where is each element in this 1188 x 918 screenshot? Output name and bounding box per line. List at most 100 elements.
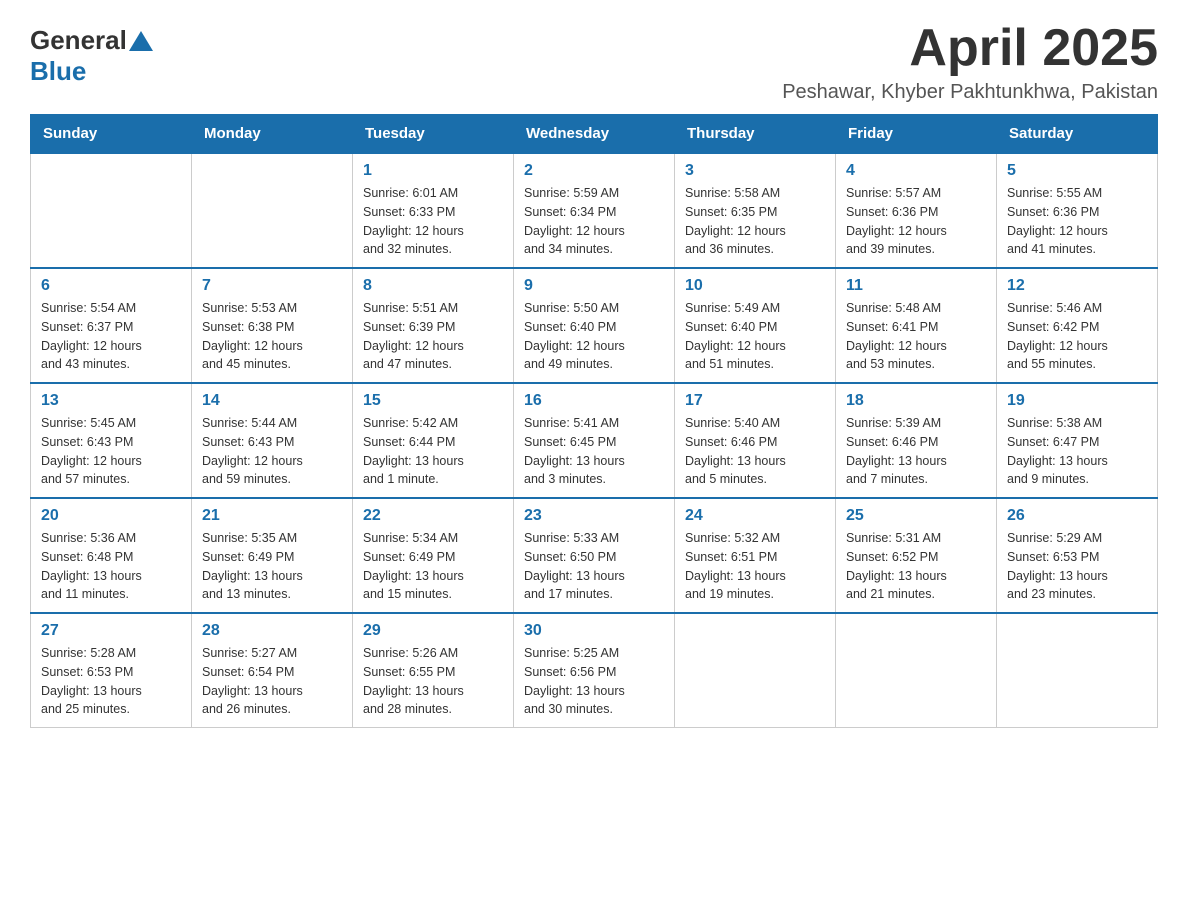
day-number: 26 [1007,507,1147,525]
day-info: Sunrise: 5:53 AM Sunset: 6:38 PM Dayligh… [202,299,342,374]
day-info: Sunrise: 6:01 AM Sunset: 6:33 PM Dayligh… [363,184,503,259]
day-info: Sunrise: 5:51 AM Sunset: 6:39 PM Dayligh… [363,299,503,374]
day-info: Sunrise: 5:33 AM Sunset: 6:50 PM Dayligh… [524,529,664,604]
day-number: 16 [524,392,664,410]
calendar-header-row: SundayMondayTuesdayWednesdayThursdayFrid… [31,115,1158,154]
day-info: Sunrise: 5:38 AM Sunset: 6:47 PM Dayligh… [1007,414,1147,489]
calendar-cell: 15 Sunrise: 5:42 AM Sunset: 6:44 PM Dayli… [353,383,514,498]
calendar-cell: 22 Sunrise: 5:34 AM Sunset: 6:49 PM Dayli… [353,498,514,613]
day-number: 18 [846,392,986,410]
day-info: Sunrise: 5:59 AM Sunset: 6:34 PM Dayligh… [524,184,664,259]
header-wednesday: Wednesday [514,115,675,154]
day-number: 23 [524,507,664,525]
calendar-cell: 21Sunrise: 5:35 AM Sunset: 6:49 PM Dayli… [192,498,353,613]
day-number: 3 [685,162,825,180]
calendar-cell: 9 Sunrise: 5:50 AM Sunset: 6:40 PM Daylig… [514,268,675,383]
calendar-cell: 24 Sunrise: 5:32 AM Sunset: 6:51 PM Dayli… [675,498,836,613]
calendar-cell: 3Sunrise: 5:58 AM Sunset: 6:35 PM Daylig… [675,153,836,268]
day-number: 9 [524,277,664,295]
day-info: Sunrise: 5:36 AM Sunset: 6:48 PM Dayligh… [41,529,181,604]
week-row-1: 1 Sunrise: 6:01 AM Sunset: 6:33 PM Daylig… [31,153,1158,268]
calendar-cell: 13 Sunrise: 5:45 AM Sunset: 6:43 PM Dayli… [31,383,192,498]
location-subtitle: Peshawar, Khyber Pakhtunkhwa, Pakistan [782,81,1158,104]
calendar-cell [997,613,1158,728]
day-number: 27 [41,622,181,640]
day-number: 25 [846,507,986,525]
day-info: Sunrise: 5:50 AM Sunset: 6:40 PM Dayligh… [524,299,664,374]
day-info: Sunrise: 5:28 AM Sunset: 6:53 PM Dayligh… [41,644,181,719]
day-number: 1 [363,162,503,180]
day-number: 22 [363,507,503,525]
day-number: 6 [41,277,181,295]
week-row-3: 13 Sunrise: 5:45 AM Sunset: 6:43 PM Dayli… [31,383,1158,498]
calendar-cell: 1 Sunrise: 6:01 AM Sunset: 6:33 PM Daylig… [353,153,514,268]
logo-general-text: General [30,25,127,56]
day-info: Sunrise: 5:29 AM Sunset: 6:53 PM Dayligh… [1007,529,1147,604]
logo-blue-text: Blue [30,56,86,86]
day-number: 8 [363,277,503,295]
page-header: General Blue April 2025 Peshawar, Khyber… [30,20,1158,104]
calendar-cell: 16 Sunrise: 5:41 AM Sunset: 6:45 PM Dayli… [514,383,675,498]
calendar-cell: 17Sunrise: 5:40 AM Sunset: 6:46 PM Dayli… [675,383,836,498]
day-info: Sunrise: 5:39 AM Sunset: 6:46 PM Dayligh… [846,414,986,489]
day-number: 15 [363,392,503,410]
calendar-cell: 20Sunrise: 5:36 AM Sunset: 6:48 PM Dayli… [31,498,192,613]
calendar-cell: 10 Sunrise: 5:49 AM Sunset: 6:40 PM Dayli… [675,268,836,383]
day-info: Sunrise: 5:44 AM Sunset: 6:43 PM Dayligh… [202,414,342,489]
calendar-cell: 4 Sunrise: 5:57 AM Sunset: 6:36 PM Daylig… [836,153,997,268]
header-saturday: Saturday [997,115,1158,154]
day-number: 30 [524,622,664,640]
calendar-cell [192,153,353,268]
calendar-cell: 27 Sunrise: 5:28 AM Sunset: 6:53 PM Dayli… [31,613,192,728]
calendar-cell: 18 Sunrise: 5:39 AM Sunset: 6:46 PM Dayli… [836,383,997,498]
calendar-cell: 5 Sunrise: 5:55 AM Sunset: 6:36 PM Daylig… [997,153,1158,268]
day-info: Sunrise: 5:49 AM Sunset: 6:40 PM Dayligh… [685,299,825,374]
day-number: 28 [202,622,342,640]
header-monday: Monday [192,115,353,154]
calendar-cell [836,613,997,728]
header-friday: Friday [836,115,997,154]
day-info: Sunrise: 5:34 AM Sunset: 6:49 PM Dayligh… [363,529,503,604]
day-info: Sunrise: 5:45 AM Sunset: 6:43 PM Dayligh… [41,414,181,489]
day-number: 2 [524,162,664,180]
calendar-cell: 14 Sunrise: 5:44 AM Sunset: 6:43 PM Dayli… [192,383,353,498]
calendar-cell: 12 Sunrise: 5:46 AM Sunset: 6:42 PM Dayli… [997,268,1158,383]
week-row-5: 27 Sunrise: 5:28 AM Sunset: 6:53 PM Dayli… [31,613,1158,728]
calendar-cell: 7Sunrise: 5:53 AM Sunset: 6:38 PM Daylig… [192,268,353,383]
day-info: Sunrise: 5:41 AM Sunset: 6:45 PM Dayligh… [524,414,664,489]
logo-triangle-icon [129,31,153,51]
day-number: 24 [685,507,825,525]
calendar-cell: 23 Sunrise: 5:33 AM Sunset: 6:50 PM Dayli… [514,498,675,613]
day-info: Sunrise: 5:25 AM Sunset: 6:56 PM Dayligh… [524,644,664,719]
day-number: 13 [41,392,181,410]
day-info: Sunrise: 5:27 AM Sunset: 6:54 PM Dayligh… [202,644,342,719]
calendar-cell: 29Sunrise: 5:26 AM Sunset: 6:55 PM Dayli… [353,613,514,728]
day-number: 12 [1007,277,1147,295]
day-number: 10 [685,277,825,295]
month-year-title: April 2025 [782,20,1158,77]
day-number: 29 [363,622,503,640]
calendar-cell: 8 Sunrise: 5:51 AM Sunset: 6:39 PM Daylig… [353,268,514,383]
logo: General Blue [30,20,155,87]
header-thursday: Thursday [675,115,836,154]
day-info: Sunrise: 5:48 AM Sunset: 6:41 PM Dayligh… [846,299,986,374]
calendar-cell: 30 Sunrise: 5:25 AM Sunset: 6:56 PM Dayli… [514,613,675,728]
day-number: 5 [1007,162,1147,180]
day-info: Sunrise: 5:42 AM Sunset: 6:44 PM Dayligh… [363,414,503,489]
calendar-cell: 28 Sunrise: 5:27 AM Sunset: 6:54 PM Dayli… [192,613,353,728]
day-number: 19 [1007,392,1147,410]
day-number: 4 [846,162,986,180]
day-info: Sunrise: 5:55 AM Sunset: 6:36 PM Dayligh… [1007,184,1147,259]
day-info: Sunrise: 5:46 AM Sunset: 6:42 PM Dayligh… [1007,299,1147,374]
day-info: Sunrise: 5:57 AM Sunset: 6:36 PM Dayligh… [846,184,986,259]
day-number: 14 [202,392,342,410]
week-row-4: 20Sunrise: 5:36 AM Sunset: 6:48 PM Dayli… [31,498,1158,613]
day-info: Sunrise: 5:35 AM Sunset: 6:49 PM Dayligh… [202,529,342,604]
header-tuesday: Tuesday [353,115,514,154]
day-info: Sunrise: 5:40 AM Sunset: 6:46 PM Dayligh… [685,414,825,489]
calendar-cell: 25 Sunrise: 5:31 AM Sunset: 6:52 PM Dayli… [836,498,997,613]
day-info: Sunrise: 5:32 AM Sunset: 6:51 PM Dayligh… [685,529,825,604]
calendar-cell: 26 Sunrise: 5:29 AM Sunset: 6:53 PM Dayli… [997,498,1158,613]
day-info: Sunrise: 5:54 AM Sunset: 6:37 PM Dayligh… [41,299,181,374]
day-info: Sunrise: 5:31 AM Sunset: 6:52 PM Dayligh… [846,529,986,604]
